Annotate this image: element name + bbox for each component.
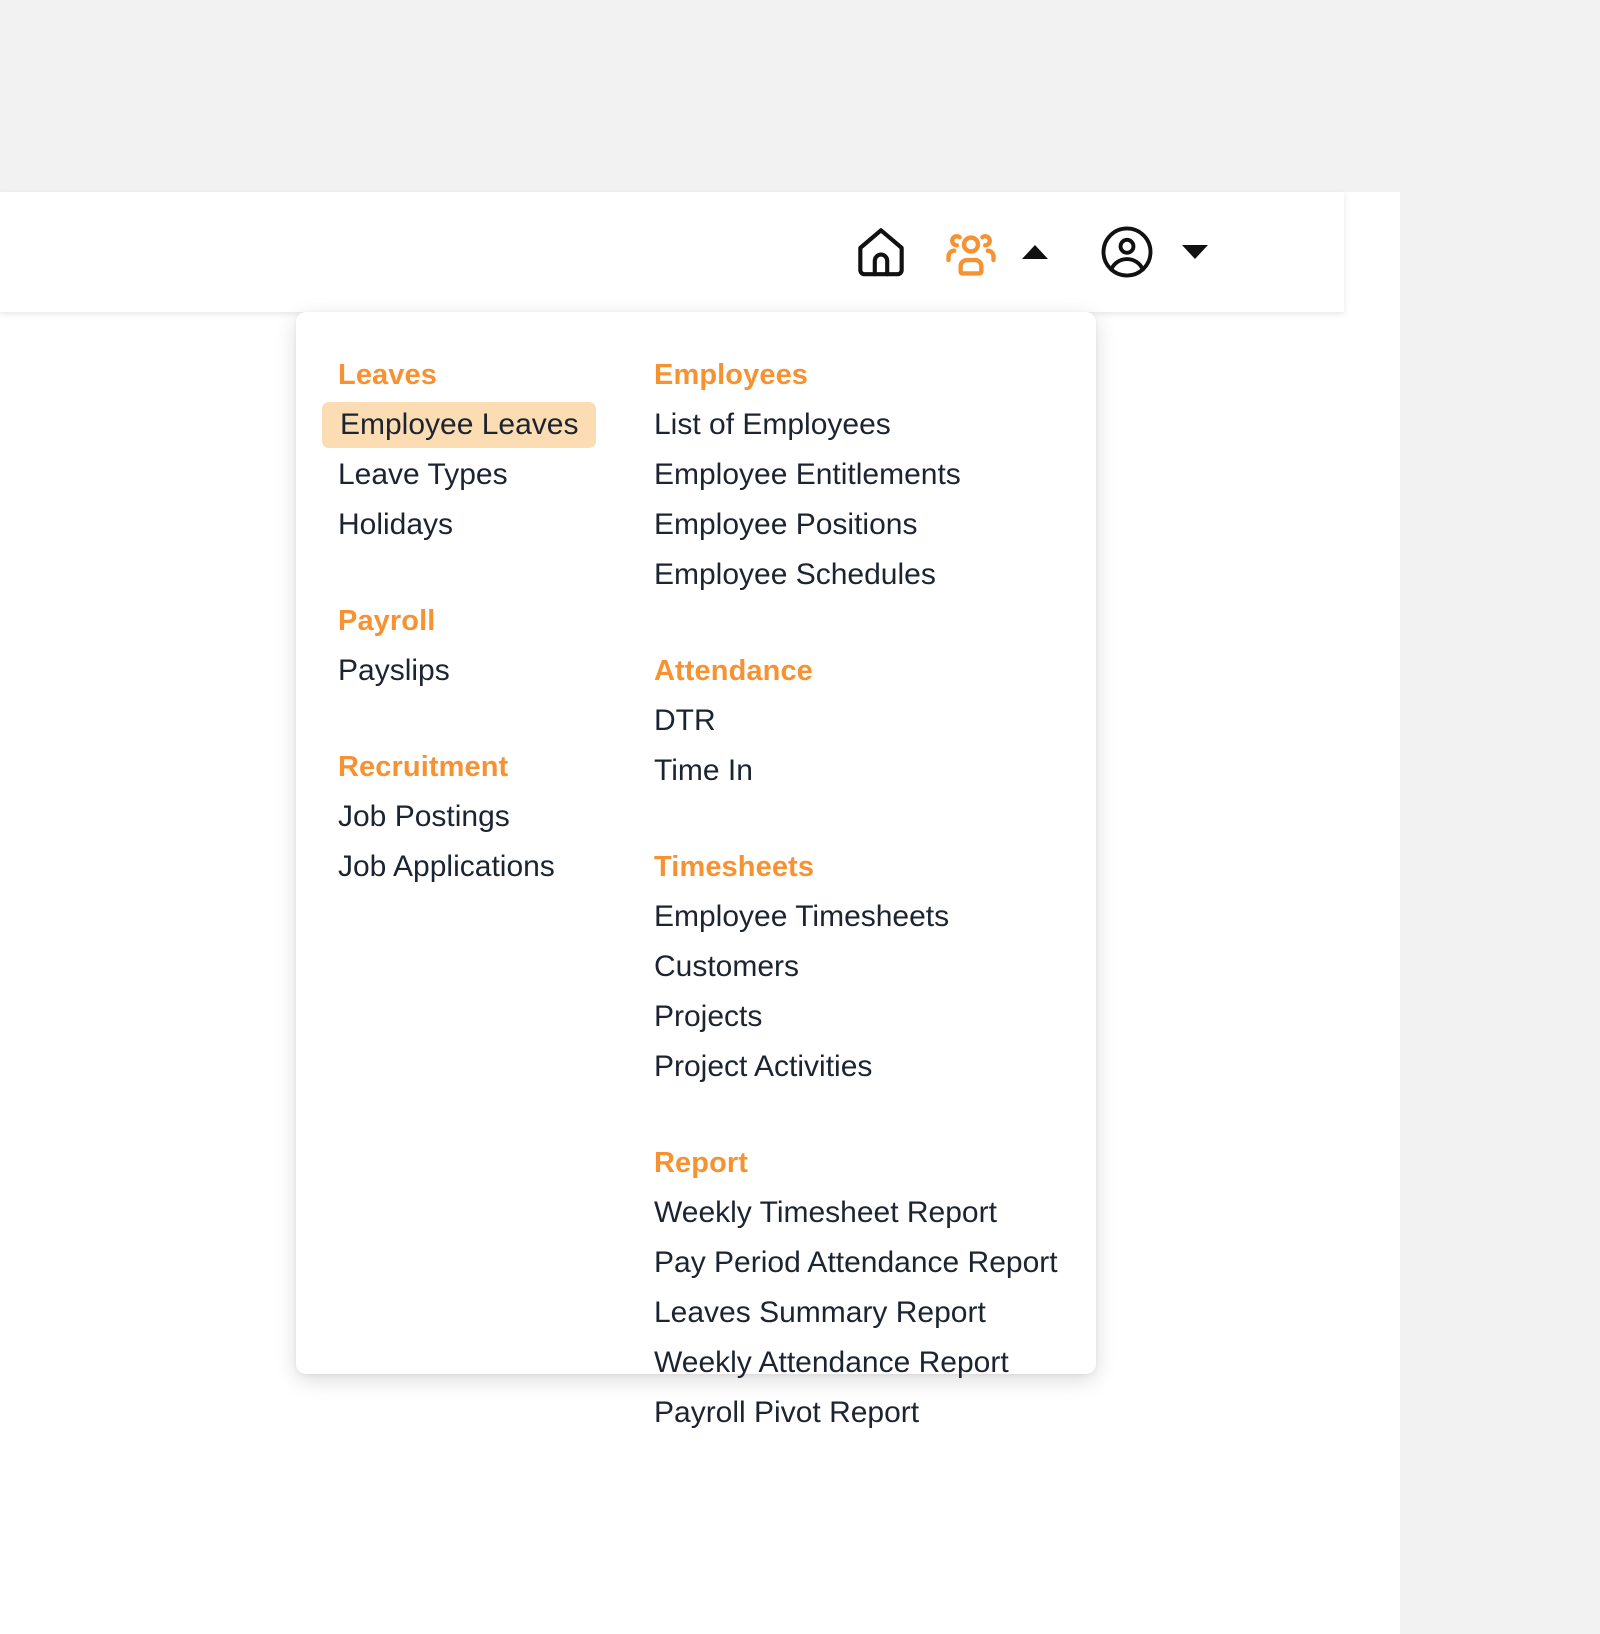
navbar-actions bbox=[850, 221, 1208, 283]
menu-item-row: List of Employees bbox=[654, 400, 1096, 450]
menu-column-left: Leaves Employee Leaves Leave Types Holidays… bbox=[296, 350, 610, 1374]
menu-group: Recruitment Job Postings Job Applications bbox=[338, 742, 610, 892]
menu-item-row: DTR bbox=[654, 696, 1096, 746]
menu-item[interactable]: Weekly Attendance Report bbox=[654, 1338, 1096, 1388]
menu-item[interactable]: Project Activities bbox=[654, 1042, 1096, 1092]
menu-group-title: Timesheets bbox=[654, 851, 815, 883]
menu-item-row: Employee Entitlements bbox=[654, 450, 1096, 500]
menu-item[interactable]: Employee Leaves bbox=[322, 402, 597, 448]
menu-item-row: Employee Timesheets bbox=[654, 892, 1096, 942]
menu-group-title: Employees bbox=[654, 359, 809, 391]
caret-down-icon[interactable] bbox=[1182, 245, 1208, 259]
menu-item[interactable]: Job Postings bbox=[338, 792, 610, 842]
menu-item[interactable]: Employee Entitlements bbox=[654, 450, 1096, 500]
menu-item[interactable]: Time In bbox=[654, 746, 1096, 796]
menu-item-row: Customers bbox=[654, 942, 1096, 992]
menu-item[interactable]: List of Employees bbox=[654, 400, 1096, 450]
menu-item[interactable]: Payslips bbox=[338, 646, 610, 696]
menu-group: Timesheets Employee Timesheets Customers Pr… bbox=[654, 842, 1096, 1092]
menu-item-row: Job Applications bbox=[338, 842, 610, 892]
menu-item[interactable]: Customers bbox=[654, 942, 1096, 992]
menu-item-row: Pay Period Attendance Report bbox=[654, 1238, 1096, 1288]
menu-item-row: Holidays bbox=[338, 500, 610, 550]
home-icon[interactable] bbox=[850, 221, 912, 283]
menu-item[interactable]: Employee Positions bbox=[654, 500, 1096, 550]
menu-item[interactable]: Leave Types bbox=[338, 450, 610, 500]
hr-mega-menu: Leaves Employee Leaves Leave Types Holidays… bbox=[296, 312, 1096, 1429]
menu-item-row: Payroll Pivot Report bbox=[654, 1388, 1096, 1438]
menu-group-spacer bbox=[654, 814, 1096, 842]
menu-group-spacer bbox=[654, 1110, 1096, 1138]
hr-users-icon[interactable] bbox=[940, 221, 1002, 283]
menu-item[interactable]: Weekly Timesheet Report bbox=[654, 1188, 1096, 1238]
user-circle-icon[interactable] bbox=[1096, 221, 1158, 283]
menu-item[interactable]: Job Applications bbox=[338, 842, 610, 892]
menu-group: Report Weekly Timesheet Report Pay Period … bbox=[654, 1138, 1096, 1438]
menu-item-row: Job Postings bbox=[338, 792, 610, 842]
menu-group-spacer bbox=[338, 568, 610, 596]
menu-item[interactable]: Employee Timesheets bbox=[654, 892, 1096, 942]
menu-item[interactable]: Leaves Summary Report bbox=[654, 1288, 1096, 1338]
menu-item-row: Weekly Timesheet Report bbox=[654, 1188, 1096, 1238]
menu-group-spacer bbox=[338, 714, 610, 742]
menu-group-title: Attendance bbox=[654, 655, 813, 687]
menu-item-row: Weekly Attendance Report bbox=[654, 1338, 1096, 1388]
menu-item-row: Payslips bbox=[338, 646, 610, 696]
menu-column-right: Employees List of Employees Employee Entit… bbox=[610, 350, 1096, 1429]
menu-item-row: Employee Positions bbox=[654, 500, 1096, 550]
menu-item[interactable]: DTR bbox=[654, 696, 1096, 746]
menu-item[interactable]: Employee Schedules bbox=[654, 550, 1096, 600]
menu-item-row: Project Activities bbox=[654, 1042, 1096, 1092]
top-navbar bbox=[0, 192, 1344, 312]
menu-item[interactable]: Projects bbox=[654, 992, 1096, 1042]
menu-group-title: Report bbox=[654, 1147, 749, 1179]
menu-group: Payroll Payslips bbox=[338, 596, 610, 696]
menu-group-title: Recruitment bbox=[338, 751, 509, 783]
menu-item-row: Employee Leaves bbox=[322, 400, 610, 450]
menu-group-title: Leaves bbox=[338, 359, 437, 391]
menu-item-row: Projects bbox=[654, 992, 1096, 1042]
caret-up-icon[interactable] bbox=[1022, 245, 1048, 259]
menu-group-title: Payroll bbox=[338, 605, 436, 637]
menu-group: Employees List of Employees Employee Entit… bbox=[654, 350, 1096, 600]
menu-group: Leaves Employee Leaves Leave Types Holidays bbox=[322, 350, 610, 550]
menu-item-row: Time In bbox=[654, 746, 1096, 796]
menu-item-row: Leave Types bbox=[338, 450, 610, 500]
menu-item[interactable]: Holidays bbox=[338, 500, 610, 550]
menu-group-spacer bbox=[654, 618, 1096, 646]
menu-item-row: Employee Schedules bbox=[654, 550, 1096, 600]
menu-group: Attendance DTR Time In bbox=[654, 646, 1096, 796]
menu-item[interactable]: Payroll Pivot Report bbox=[654, 1388, 1096, 1438]
menu-item-row: Leaves Summary Report bbox=[654, 1288, 1096, 1338]
menu-item[interactable]: Pay Period Attendance Report bbox=[654, 1238, 1096, 1288]
